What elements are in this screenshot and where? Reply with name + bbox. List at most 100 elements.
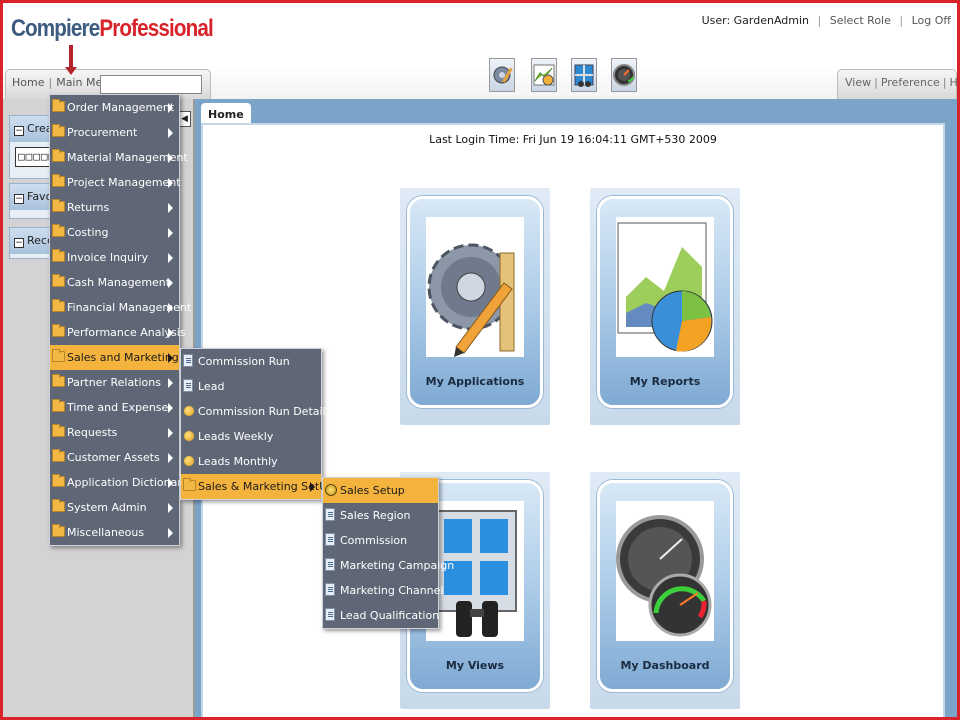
menu-item-cash-management[interactable]: Cash Management (50, 270, 179, 295)
menu-item-returns[interactable]: Returns (50, 195, 179, 220)
menu-item-commission-run[interactable]: Commission Run (181, 349, 321, 374)
chart-icon (616, 217, 714, 357)
submenu-arrow-icon (168, 378, 173, 388)
menu-item-sales-and-marketing[interactable]: Sales and Marketing (50, 345, 179, 370)
menu-item-commission[interactable]: Commission (323, 528, 438, 553)
tile-label: My Views (445, 659, 505, 672)
log-off-link[interactable]: Log Off (912, 14, 951, 27)
menu-item-customer-assets[interactable]: Customer Assets (50, 445, 179, 470)
folder-icon (52, 524, 65, 537)
menu-item-order-management[interactable]: Order Management (50, 95, 179, 120)
submenu-arrow-icon (168, 353, 173, 363)
setup-submenu: Sales Setup Sales Region Commission Mark… (322, 477, 454, 629)
submenu-arrow-icon (168, 328, 173, 338)
view-link[interactable]: View (845, 76, 871, 89)
menu-item-application-dictionary[interactable]: Application Dictionary (50, 470, 188, 495)
tile-label: My Dashboard (620, 659, 710, 672)
folder-icon (52, 274, 65, 287)
folder-icon (52, 449, 65, 462)
menu-item-leads-monthly[interactable]: Leads Monthly (181, 449, 321, 474)
document-icon (325, 508, 335, 521)
folder-icon (183, 478, 196, 491)
menu-item-lead[interactable]: Lead (181, 374, 321, 399)
menu-item-partner-relations[interactable]: Partner Relations (50, 370, 179, 395)
document-icon (325, 583, 335, 596)
menu-item-miscellaneous[interactable]: Miscellaneous (50, 520, 179, 545)
select-role-link[interactable]: Select Role (830, 14, 891, 27)
submenu-arrow-icon (168, 453, 173, 463)
annotation-arrow-icon (65, 45, 77, 75)
home-link[interactable]: Home (12, 76, 44, 89)
folder-icon (52, 474, 65, 487)
logo-part-2: Professional (99, 15, 213, 42)
document-icon (325, 533, 335, 546)
menu-search-input[interactable] (100, 75, 202, 94)
user-label: User: GardenAdmin (701, 14, 810, 27)
applications-icon[interactable] (489, 58, 515, 92)
tile-my-reports[interactable]: My Reports (590, 188, 740, 425)
menu-item-system-admin[interactable]: System Admin (50, 495, 179, 520)
submenu-arrow-icon (168, 478, 173, 488)
submenu-arrow-icon (168, 303, 173, 313)
tile-label: My Reports (629, 375, 701, 388)
submenu-arrow-icon (168, 203, 173, 213)
folder-icon (52, 174, 65, 187)
menu-item-lead-qualification[interactable]: Lead Qualification (323, 603, 439, 628)
submenu-arrow-icon (168, 253, 173, 263)
document-icon (183, 379, 193, 392)
tab-home[interactable]: Home (201, 103, 251, 125)
folder-icon (52, 424, 65, 437)
tile-label: My Applications (425, 375, 525, 388)
report-icon (183, 430, 195, 442)
folder-icon (52, 224, 65, 237)
document-icon (325, 558, 335, 571)
menu-item-material-management[interactable]: Material Management (50, 145, 188, 170)
collapse-icon[interactable]: − (14, 238, 24, 248)
tile-my-applications[interactable]: My Applications (400, 188, 550, 425)
logo-part-1: Compiere (11, 15, 100, 42)
menu-item-invoice-inquiry[interactable]: Invoice Inquiry (50, 245, 179, 270)
folder-icon (52, 499, 65, 512)
submenu-arrow-icon (168, 153, 173, 163)
submenu-arrow-icon (168, 428, 173, 438)
submenu-arrow-icon (168, 103, 173, 113)
menu-item-performance-analysis[interactable]: Performance Analysis (50, 320, 186, 345)
help-link[interactable]: Help (950, 76, 957, 89)
menu-item-marketing-campaign[interactable]: Marketing Campaign (323, 553, 454, 578)
views-icon[interactable] (571, 58, 597, 92)
menu-item-project-management[interactable]: Project Management (50, 170, 181, 195)
report-icon (183, 455, 195, 467)
folder-icon (52, 199, 65, 212)
folder-icon (52, 299, 65, 312)
menu-item-sales-marketing-setup[interactable]: Sales & Marketing SetUp (181, 474, 334, 499)
user-bar: User: GardenAdmin | Select Role | Log Of… (701, 14, 951, 27)
menu-item-sales-setup[interactable]: Sales Setup (323, 478, 438, 503)
report-icon (183, 405, 195, 417)
menu-item-leads-weekly[interactable]: Leads Weekly (181, 424, 321, 449)
reports-icon[interactable] (531, 58, 557, 92)
gauge-icon (616, 501, 714, 641)
menu-item-sales-region[interactable]: Sales Region (323, 503, 438, 528)
tile-my-dashboard[interactable]: My Dashboard (590, 472, 740, 709)
menu-item-marketing-channel[interactable]: Marketing Channel (323, 578, 443, 603)
menu-item-time-and-expense[interactable]: Time and Expense (50, 395, 179, 420)
submenu-arrow-icon (168, 128, 173, 138)
utility-nav-tab: View|Preference|Help (837, 69, 957, 99)
menu-item-requests[interactable]: Requests (50, 420, 179, 445)
dashboard-icon[interactable] (611, 58, 637, 92)
collapse-icon[interactable]: − (14, 194, 24, 204)
submenu-arrow-icon (310, 482, 315, 492)
menu-item-costing[interactable]: Costing (50, 220, 179, 245)
submenu-arrow-icon (168, 178, 173, 188)
submenu-arrow-icon (168, 528, 173, 538)
collapse-icon[interactable]: − (14, 126, 24, 136)
folder-icon (52, 149, 65, 162)
sales-marketing-submenu: Commission Run Lead Commission Run Detai… (180, 348, 334, 500)
submenu-arrow-icon (168, 503, 173, 513)
menu-item-financial-management[interactable]: Financial Management (50, 295, 191, 320)
menu-item-commission-run-detail[interactable]: Commission Run Detail (181, 399, 326, 424)
preference-link[interactable]: Preference (881, 76, 940, 89)
menu-item-procurement[interactable]: Procurement (50, 120, 179, 145)
submenu-arrow-icon (168, 403, 173, 413)
submenu-arrow-icon (168, 278, 173, 288)
